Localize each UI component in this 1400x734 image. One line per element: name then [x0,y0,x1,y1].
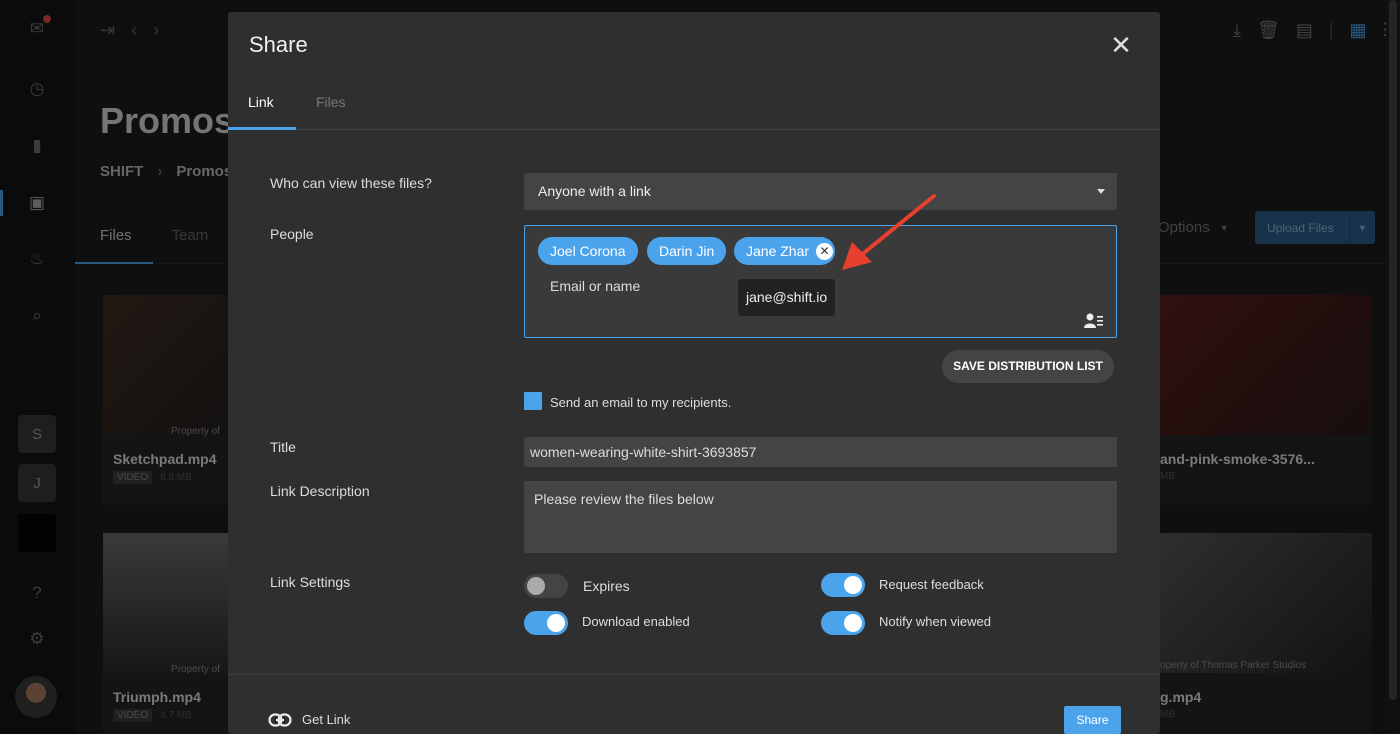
email-tooltip: jane@shift.io [738,279,836,316]
contacts-list-icon[interactable] [1084,313,1104,329]
title-label: Title [270,439,296,455]
notify-when-viewed-label: Notify when viewed [879,614,991,629]
modal-tabs: Link Files [228,94,1160,130]
modal-title: Share [249,32,308,57]
get-link-button[interactable]: Get Link [268,712,350,727]
chip-label: Darin Jin [659,243,715,259]
who-can-view-select[interactable]: Anyone with a link [524,173,1117,210]
request-feedback-label: Request feedback [879,577,984,592]
toggle-knob [844,614,862,632]
get-link-label: Get Link [302,712,351,727]
email-or-name-input[interactable] [550,278,730,294]
download-enabled-toggle[interactable] [524,611,568,635]
who-label: Who can view these files? [270,175,432,191]
footer-divider [228,674,1160,675]
people-label: People [270,226,314,242]
chip-label: Joel Corona [550,243,626,259]
send-email-label: Send an email to my recipients. [550,395,732,410]
recipient-chip[interactable]: Darin Jin [647,237,727,265]
remove-chip-icon[interactable]: ✕ [816,243,834,260]
share-modal: Share ✕ Link Files Who can view these fi… [228,12,1160,734]
title-input[interactable] [524,437,1117,467]
request-feedback-toggle[interactable] [821,573,865,597]
recipient-chip[interactable]: Joel Corona [538,237,638,265]
tab-link[interactable]: Link [248,94,274,110]
close-icon[interactable]: ✕ [1110,32,1132,58]
toggle-knob [844,576,862,594]
chevron-down-icon [1097,189,1105,194]
notify-when-viewed-toggle[interactable] [821,611,865,635]
toggle-knob [547,614,565,632]
annotation-arrow-icon [842,194,936,270]
tab-files[interactable]: Files [316,94,346,110]
expires-toggle[interactable] [524,574,568,598]
link-settings-label: Link Settings [270,574,351,590]
download-enabled-label: Download enabled [582,614,690,629]
tab-underline [228,127,296,130]
chip-label: Jane Zhar [746,243,810,259]
people-field[interactable]: Joel Corona Darin Jin Jane Zhar ✕ jane@sh… [524,225,1117,338]
link-description-input[interactable]: Please review the files below [524,481,1117,553]
expires-label: Expires [583,578,630,594]
link-icon [268,712,292,727]
app: ✉ ◷ ▮ ▣ ♨ ⌕ S J ? ⚙ ⇥ ‹ › Promos SHIFT › P… [0,0,1400,734]
send-email-checkbox[interactable] [524,392,542,410]
recipient-chip[interactable]: Jane Zhar ✕ [734,237,836,265]
who-value: Anyone with a link [538,183,651,199]
toggle-knob [527,577,545,595]
link-description-label: Link Description [270,483,370,499]
save-distribution-list-button[interactable]: SAVE DISTRIBUTION LIST [942,350,1114,383]
share-button[interactable]: Share [1064,706,1121,734]
